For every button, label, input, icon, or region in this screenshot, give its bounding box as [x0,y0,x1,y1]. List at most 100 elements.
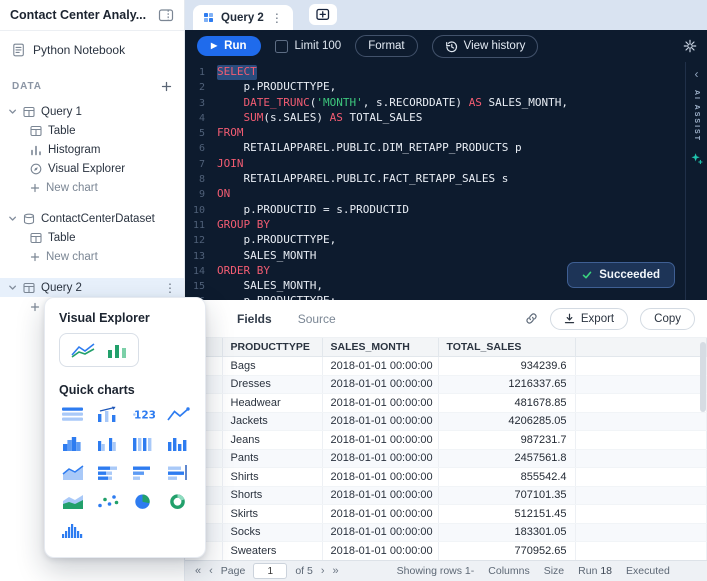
cell-total-sales[interactable]: 2457561.8 [438,449,575,468]
settings-gear-icon[interactable] [683,39,697,53]
cell-producttype[interactable]: Bags [222,357,322,376]
visual-explorer-tile[interactable] [59,333,139,367]
cell-producttype[interactable]: Jackets [222,412,322,431]
cell-sales-month[interactable]: 2018-01-01 00:00:00 [322,431,438,450]
quick-chart-column-dense[interactable] [125,434,160,452]
table-row[interactable]: Shirts2018-01-01 00:00:00855542.4 [185,468,707,487]
ai-sparkle-icon[interactable] [690,152,703,165]
cell-sales-month[interactable]: 2018-01-01 00:00:00 [322,357,438,376]
size-label[interactable]: Size [544,565,564,577]
sidebar-item-contactcenterdataset[interactable]: ContactCenterDataset [0,209,184,228]
cell-total-sales[interactable]: 4206285.05 [438,412,575,431]
cell-producttype[interactable]: Sweaters [222,542,322,561]
page-input[interactable] [253,563,287,579]
prev-page-icon[interactable]: ‹ [209,566,213,577]
cell-producttype[interactable]: Shirts [222,468,322,487]
column-header-producttype[interactable]: PRODUCTTYPE [222,338,322,357]
cell-sales-month[interactable]: 2018-01-01 00:00:00 [322,523,438,542]
scrollbar-thumb[interactable] [700,342,706,412]
sidebar-item-query-2[interactable]: Query 2⋮ [0,278,184,297]
table-row[interactable]: Sweaters2018-01-01 00:00:00770952.65 [185,542,707,561]
cell-sales-month[interactable]: 2018-01-01 00:00:00 [322,449,438,468]
quick-chart-line-chart[interactable] [160,405,195,423]
last-page-icon[interactable]: » [333,566,339,577]
quick-chart-bar-arrow-chart[interactable] [90,405,125,423]
cell-total-sales[interactable]: 707101.35 [438,486,575,505]
quick-chart-area-chart[interactable] [55,463,90,481]
table-row[interactable]: Jeans2018-01-01 00:00:00987231.7 [185,431,707,450]
cell-total-sales[interactable]: 934239.6 [438,357,575,376]
quick-chart-stacked-area[interactable] [55,492,90,510]
quick-chart-donut-chart[interactable] [160,492,195,510]
table-row[interactable]: Jackets2018-01-01 00:00:004206285.05 [185,412,707,431]
sidebar-item-query-1-new-chart[interactable]: New chart [0,178,184,197]
cell-sales-month[interactable]: 2018-01-01 00:00:00 [322,542,438,561]
quick-chart-distribution-chart[interactable] [55,521,90,539]
quick-chart-hbar-chart[interactable] [125,463,160,481]
ai-assist-panel[interactable]: ‹ AI ASSIST [685,62,707,300]
quick-chart-pie-chart[interactable] [125,492,160,510]
cell-sales-month[interactable]: 2018-01-01 00:00:00 [322,412,438,431]
format-button[interactable]: Format [355,35,417,57]
table-row[interactable]: Pants2018-01-01 00:00:002457561.8 [185,449,707,468]
tab-source[interactable]: Source [298,312,336,326]
quick-chart-histogram-chart[interactable] [55,434,90,452]
columns-label[interactable]: Columns [488,565,529,577]
sidebar-item-query-1-histogram[interactable]: Histogram [0,140,184,159]
cell-total-sales[interactable]: 512151.45 [438,505,575,524]
item-menu-icon[interactable]: ⋮ [164,282,176,294]
results-scrollbar[interactable] [700,342,706,552]
first-page-icon[interactable]: « [195,566,201,577]
cell-sales-month[interactable]: 2018-01-01 00:00:00 [322,394,438,413]
table-row[interactable]: Dresses2018-01-01 00:00:001216337.65 [185,375,707,394]
link-icon[interactable] [525,312,538,325]
cell-producttype[interactable]: Pants [222,449,322,468]
cell-total-sales[interactable]: 770952.65 [438,542,575,561]
cell-producttype[interactable]: Dresses [222,375,322,394]
tab-menu-icon[interactable]: ⋮ [271,12,283,24]
quick-chart-column-chart[interactable] [160,434,195,452]
add-data-icon[interactable] [161,81,172,92]
cell-total-sales[interactable]: 1216337.65 [438,375,575,394]
cell-producttype[interactable]: Socks [222,523,322,542]
run-button[interactable]: ▶ Run [197,36,261,56]
quick-chart-hbar-target[interactable] [160,463,195,481]
cell-sales-month[interactable]: 2018-01-01 00:00:00 [322,486,438,505]
cell-sales-month[interactable]: 2018-01-01 00:00:00 [322,505,438,524]
quick-chart-big-number[interactable]: 123 [125,405,160,423]
tab-query-2[interactable]: Query 2 ⋮ [193,5,293,30]
cell-producttype[interactable]: Jeans [222,431,322,450]
tab-fields[interactable]: Fields [237,312,272,326]
sidebar-item-query-1-table[interactable]: Table [0,121,184,140]
limit-toggle[interactable]: Limit 100 [275,40,342,53]
sidebar-item-query-1-visual-explorer[interactable]: Visual Explorer [0,159,184,178]
cell-sales-month[interactable]: 2018-01-01 00:00:00 [322,468,438,487]
table-row[interactable]: Shorts2018-01-01 00:00:00707101.35 [185,486,707,505]
cell-sales-month[interactable]: 2018-01-01 00:00:00 [322,375,438,394]
cell-producttype[interactable]: Headwear [222,394,322,413]
quick-chart-grouped-column[interactable] [90,434,125,452]
quick-chart-scatter-chart[interactable] [90,492,125,510]
sidebar-item-query-1[interactable]: Query 1 [0,102,184,121]
table-row[interactable]: Headwear2018-01-01 00:00:00481678.85 [185,394,707,413]
table-row[interactable]: Skirts2018-01-01 00:00:00512151.45 [185,505,707,524]
cell-total-sales[interactable]: 855542.4 [438,468,575,487]
panel-collapse-icon[interactable] [158,7,174,23]
view-history-button[interactable]: View history [432,35,539,58]
cell-total-sales[interactable]: 183301.05 [438,523,575,542]
quick-chart-table-chart[interactable] [55,405,90,423]
cell-total-sales[interactable]: 987231.7 [438,431,575,450]
cell-producttype[interactable]: Shorts [222,486,322,505]
copy-button[interactable]: Copy [640,308,695,330]
export-button[interactable]: Export [550,308,628,330]
column-header-sales-month[interactable]: SALES_MONTH [322,338,438,357]
ai-collapse-icon[interactable]: ‹ [695,68,699,80]
sidebar-item-contactcenterdataset-new-chart[interactable]: New chart [0,247,184,266]
column-header-total-sales[interactable]: TOTAL_SALES [438,338,575,357]
sidebar-item-python-notebook[interactable]: Python Notebook [0,31,184,61]
cell-total-sales[interactable]: 481678.85 [438,394,575,413]
next-page-icon[interactable]: › [321,566,325,577]
sidebar-item-contactcenterdataset-table[interactable]: Table [0,228,184,247]
table-row[interactable]: Socks2018-01-01 00:00:00183301.05 [185,523,707,542]
new-tab-button[interactable] [309,4,337,25]
